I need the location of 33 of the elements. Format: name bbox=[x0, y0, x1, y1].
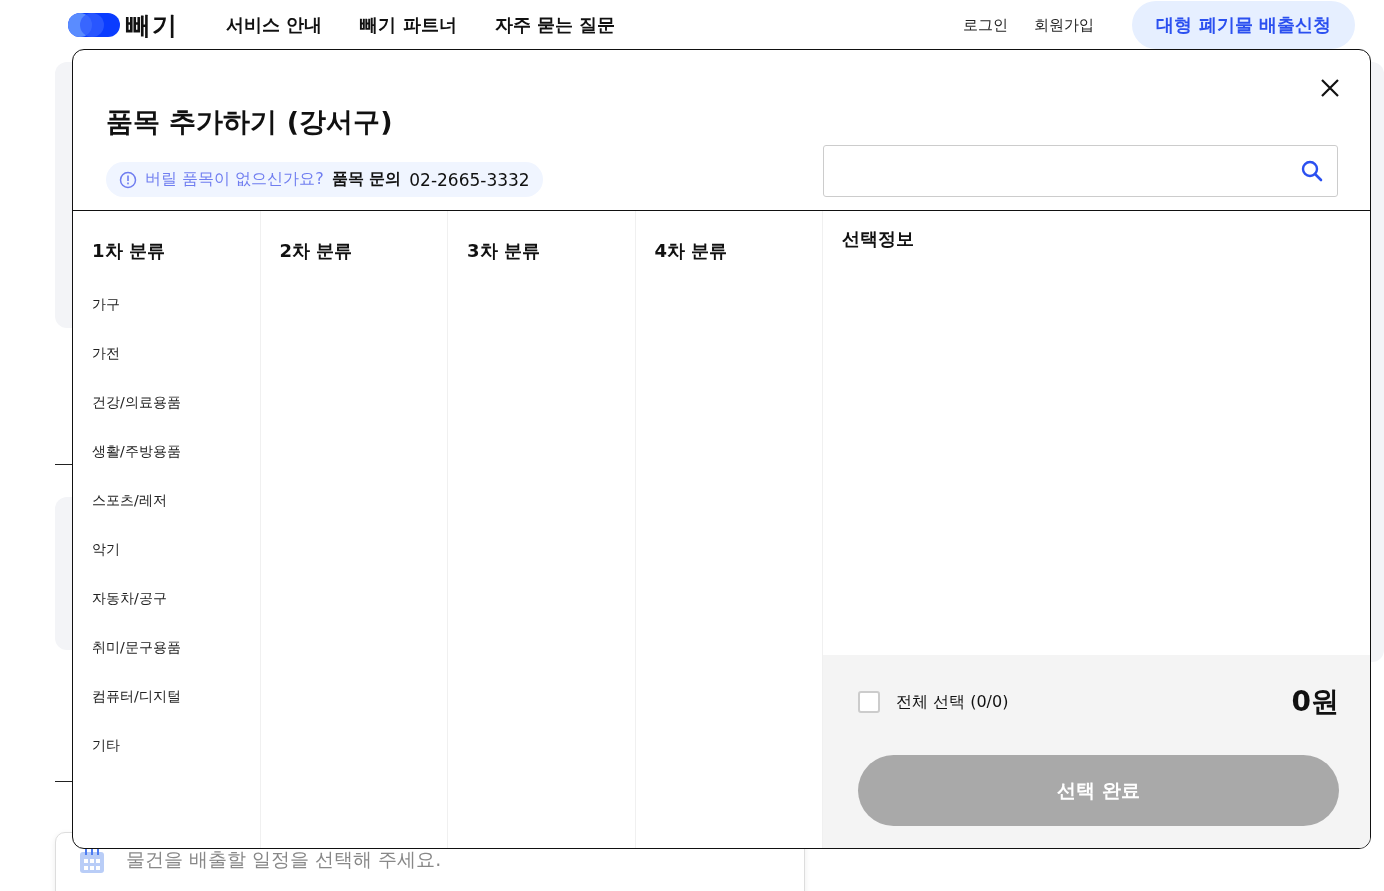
notice-text: 버릴 품목이 없으신가요? bbox=[145, 169, 324, 190]
header-link[interactable]: 회원가입 bbox=[1034, 15, 1095, 35]
header-link[interactable]: 로그인 bbox=[963, 15, 1009, 35]
category-item[interactable]: 기타 bbox=[92, 737, 241, 786]
apply-button[interactable]: 대형 폐기물 배출신청 bbox=[1132, 1, 1355, 49]
logo-icon bbox=[68, 13, 120, 37]
column-heading: 4차 분류 bbox=[654, 239, 729, 263]
search-field[interactable] bbox=[823, 145, 1338, 197]
column-heading: 2차 분류 bbox=[279, 239, 354, 263]
column-heading: 3차 분류 bbox=[467, 239, 541, 263]
category-item[interactable]: 취미/문구용품 bbox=[92, 639, 241, 688]
checkbox[interactable] bbox=[858, 691, 880, 713]
category-item[interactable]: 가전 bbox=[92, 345, 241, 394]
category-item[interactable]: 건강/의료용품 bbox=[92, 394, 241, 443]
inquiry-label: 품목 문의 bbox=[331, 169, 402, 190]
total-price: 0원 bbox=[1291, 684, 1339, 720]
category-item[interactable]: 자동차/공구 bbox=[92, 590, 241, 639]
column-heading: 1차 분류 bbox=[92, 239, 166, 263]
nav-link[interactable]: 서비스 안내 bbox=[226, 13, 323, 37]
category-item[interactable]: 스포츠/레저 bbox=[92, 492, 241, 541]
category-item[interactable]: 생활/주방용품 bbox=[92, 443, 241, 492]
category-item[interactable]: 컴퓨터/디지털 bbox=[92, 688, 241, 737]
search-icon bbox=[1301, 160, 1323, 182]
info-icon bbox=[119, 170, 137, 189]
select-all-label: 전체 선택 (0/0) bbox=[896, 691, 1009, 713]
nav-link[interactable]: 빼기 파트너 bbox=[360, 13, 457, 37]
category-item[interactable]: 가구 bbox=[92, 296, 241, 345]
category-item[interactable]: 악기 bbox=[92, 541, 241, 590]
panel-heading: 선택정보 bbox=[842, 228, 914, 249]
nav-link[interactable]: 자주 묻는 질문 bbox=[494, 13, 616, 37]
dialog-title: 품목 추가하기 (강서구) bbox=[106, 105, 394, 139]
logo-text: 빼기 bbox=[126, 9, 178, 42]
phone-number: 02-2665-3332 bbox=[409, 169, 530, 190]
